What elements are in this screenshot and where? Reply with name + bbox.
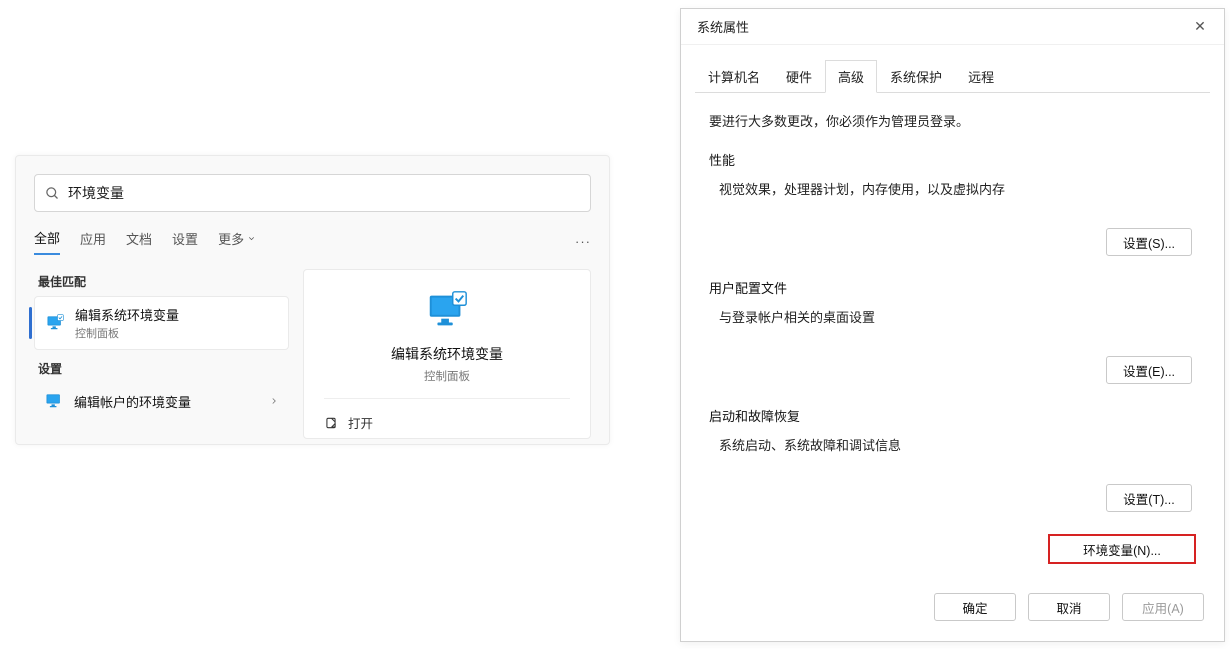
- search-ellipsis[interactable]: ···: [575, 234, 591, 249]
- dialog-titlebar: 系统属性 ✕: [681, 9, 1224, 45]
- tab-hardware[interactable]: 硬件: [773, 60, 825, 93]
- tab-docs[interactable]: 文档: [126, 229, 152, 254]
- search-input[interactable]: [68, 185, 580, 201]
- search-tabs: 全部 应用 文档 设置 更多 ···: [34, 228, 591, 255]
- result-title: 编辑帐户的环境变量: [74, 392, 191, 411]
- group-performance: 性能 视觉效果，处理器计划，内存使用，以及虚拟内存 设置(S)...: [709, 150, 1196, 256]
- search-results: 最佳匹配 编辑系统环境变量 控制面板 设置: [34, 269, 591, 439]
- chevron-right-icon: [269, 396, 279, 406]
- preview-subtitle: 控制面板: [424, 368, 470, 384]
- dialog-footer: 确定 取消 应用(A): [681, 577, 1224, 641]
- result-text: 编辑系统环境变量 控制面板: [75, 305, 179, 341]
- tab-more[interactable]: 更多: [218, 229, 256, 254]
- search-preview: 编辑系统环境变量 控制面板 打开: [303, 269, 591, 439]
- chevron-down-icon: [247, 234, 256, 243]
- tab-advanced[interactable]: 高级: [825, 60, 877, 93]
- tab-system-protection[interactable]: 系统保护: [877, 60, 955, 93]
- monitor-icon: [44, 391, 64, 411]
- search-panel: 全部 应用 文档 设置 更多 ··· 最佳匹配: [15, 155, 610, 445]
- group-startup-recovery: 启动和故障恢复 系统启动、系统故障和调试信息 设置(T)...: [709, 406, 1196, 512]
- tab-all[interactable]: 全部: [34, 228, 60, 255]
- dialog-tabs: 计算机名 硬件 高级 系统保护 远程: [695, 59, 1210, 93]
- startup-settings-button[interactable]: 设置(T)...: [1106, 484, 1192, 512]
- preview-open[interactable]: 打开: [324, 409, 570, 436]
- preview-open-label: 打开: [348, 413, 373, 432]
- group-title: 性能: [709, 150, 1196, 169]
- monitor-check-icon: [424, 288, 470, 334]
- result-edit-system-env[interactable]: 编辑系统环境变量 控制面板: [34, 296, 289, 350]
- group-settings: 设置: [38, 360, 289, 377]
- open-icon: [324, 416, 338, 430]
- apply-button[interactable]: 应用(A): [1122, 593, 1204, 621]
- tab-computer-name[interactable]: 计算机名: [695, 60, 773, 93]
- group-title: 启动和故障恢复: [709, 406, 1196, 425]
- user-profiles-settings-button[interactable]: 设置(E)...: [1106, 356, 1192, 384]
- cancel-button[interactable]: 取消: [1028, 593, 1110, 621]
- result-edit-account-env[interactable]: 编辑帐户的环境变量: [34, 383, 289, 419]
- group-desc: 视觉效果，处理器计划，内存使用，以及虚拟内存: [719, 179, 1192, 198]
- dialog-title: 系统属性: [697, 17, 749, 36]
- ok-button[interactable]: 确定: [934, 593, 1016, 621]
- tab-settings[interactable]: 设置: [172, 229, 198, 254]
- result-subtitle: 控制面板: [75, 325, 179, 341]
- group-user-profiles: 用户配置文件 与登录帐户相关的桌面设置 设置(E)...: [709, 278, 1196, 384]
- tab-apps[interactable]: 应用: [80, 229, 106, 254]
- preview-title: 编辑系统环境变量: [391, 344, 503, 364]
- search-box[interactable]: [34, 174, 591, 212]
- search-icon: [45, 186, 60, 201]
- group-best-match: 最佳匹配: [38, 273, 289, 290]
- close-icon[interactable]: ✕: [1186, 18, 1214, 35]
- performance-settings-button[interactable]: 设置(S)...: [1106, 228, 1192, 256]
- admin-note: 要进行大多数更改，你必须作为管理员登录。: [709, 111, 1196, 130]
- environment-variables-button[interactable]: 环境变量(N)...: [1048, 534, 1196, 564]
- monitor-check-icon: [45, 313, 65, 333]
- result-title: 编辑系统环境变量: [75, 305, 179, 324]
- group-title: 用户配置文件: [709, 278, 1196, 297]
- divider: [324, 398, 570, 399]
- selection-accent: [29, 307, 32, 339]
- group-desc: 与登录帐户相关的桌面设置: [719, 307, 1192, 326]
- result-text: 编辑帐户的环境变量: [74, 392, 191, 411]
- system-properties-dialog: 系统属性 ✕ 计算机名 硬件 高级 系统保护 远程 要进行大多数更改，你必须作为…: [680, 8, 1225, 642]
- search-results-list: 最佳匹配 编辑系统环境变量 控制面板 设置: [34, 269, 289, 439]
- tab-more-label: 更多: [218, 229, 244, 248]
- dialog-body: 要进行大多数更改，你必须作为管理员登录。 性能 视觉效果，处理器计划，内存使用，…: [681, 93, 1224, 577]
- group-desc: 系统启动、系统故障和调试信息: [719, 435, 1192, 454]
- tab-remote[interactable]: 远程: [955, 60, 1007, 93]
